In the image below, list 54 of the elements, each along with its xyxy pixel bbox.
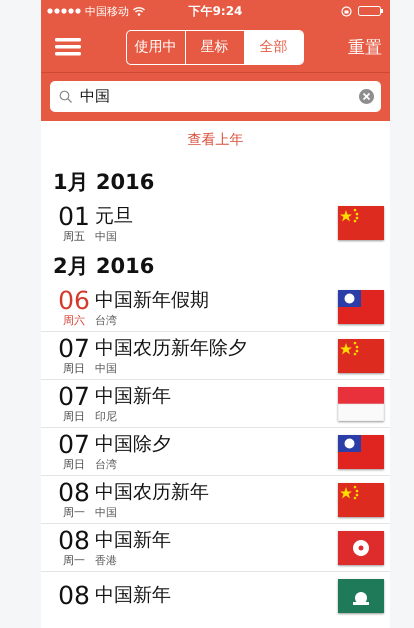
- holiday-name: 中国除夕: [95, 432, 172, 457]
- weekday-label: 周一: [63, 554, 85, 568]
- holiday-name: 中国农历新年除夕: [95, 336, 248, 361]
- search-field[interactable]: 中国: [50, 81, 381, 112]
- country-label: 台湾: [95, 458, 118, 472]
- rotation-lock-icon: [340, 6, 352, 16]
- menu-icon[interactable]: [55, 38, 81, 56]
- weekday-label: 周日: [63, 410, 85, 424]
- previous-year-link[interactable]: 查看上年: [188, 121, 244, 163]
- country-label: 中国: [95, 230, 118, 244]
- day-number: 06: [58, 286, 90, 314]
- clock-time: 下午9:24: [188, 2, 244, 20]
- weekday-label: 周日: [63, 458, 85, 472]
- reset-button[interactable]: 重置: [348, 36, 382, 58]
- signal-icon: [47, 8, 81, 14]
- month-header: 1月 2016: [52, 169, 156, 196]
- weekday-label: 周六: [63, 314, 85, 328]
- filter-tab[interactable]: 全部: [244, 30, 302, 64]
- country-label: 香港: [95, 554, 118, 568]
- holiday-name: 中国新年: [95, 583, 172, 608]
- holiday-name: 中国新年假期: [95, 288, 210, 312]
- day-number: 08: [58, 479, 90, 506]
- flag-icon: [338, 338, 384, 372]
- month-header: 2月 2016: [52, 253, 156, 280]
- wifi-icon: [133, 6, 145, 16]
- day-number: 08: [58, 582, 90, 609]
- carrier-name: 中国移动: [85, 4, 129, 18]
- flag-icon: [338, 386, 384, 420]
- flag-icon: [338, 206, 384, 240]
- holiday-name: 中国农历新年: [95, 480, 210, 505]
- weekday-label: 周五: [63, 230, 85, 244]
- day-number: 07: [58, 383, 90, 410]
- country-label: 中国: [95, 362, 118, 376]
- holiday-name: 中国新年: [95, 528, 172, 553]
- battery-icon: [358, 6, 384, 16]
- holiday-name: 中国新年: [95, 384, 172, 409]
- day-number: 08: [58, 527, 90, 554]
- flag-icon: [338, 482, 384, 516]
- weekday-label: 周日: [63, 362, 85, 376]
- country-label: 印尼: [95, 410, 118, 424]
- country-label: 中国: [95, 506, 118, 520]
- holiday-name: 元旦: [95, 204, 134, 228]
- clear-icon[interactable]: [359, 89, 374, 104]
- day-number: 01: [58, 202, 90, 230]
- flag-icon: [338, 290, 384, 324]
- flag-icon: [338, 578, 384, 612]
- weekday-label: 周一: [63, 506, 85, 520]
- day-number: 07: [58, 335, 90, 362]
- flag-icon: [338, 530, 384, 564]
- filter-tab[interactable]: 使用中: [126, 30, 184, 64]
- search-icon: [59, 90, 72, 103]
- country-label: 台湾: [95, 314, 118, 328]
- flag-icon: [338, 434, 384, 468]
- day-number: 07: [58, 431, 90, 458]
